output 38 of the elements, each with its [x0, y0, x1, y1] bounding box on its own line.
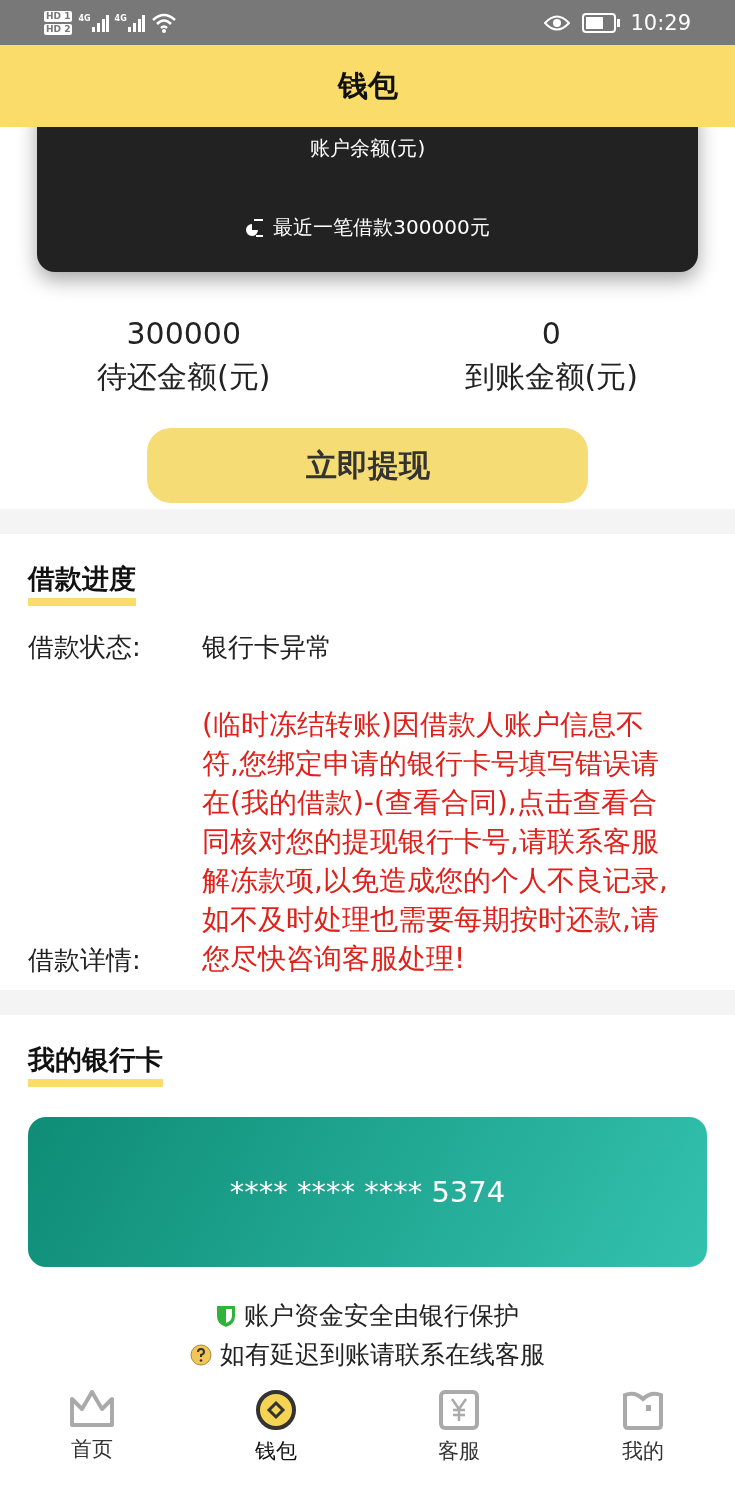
sim-badge: HD 1 — [44, 10, 73, 22]
alert-message: (临时冻结转账)因借款人账户信息不符,您绑定申请的银行卡号填写错误请在(我的借款)-(查看合同),点击查看合同核对您的提现银行卡号,请联系客服解冻款项,以免造成您的个人不良记录,如不及时处理也需要每期按时还款,请您尽快咨询客服处理! — [202, 707, 669, 977]
nav-tab[interactable]: 钱包 — [183, 1389, 368, 1465]
page-title: 钱包 — [337, 66, 398, 105]
shield-icon — [216, 1303, 236, 1328]
pie-list-icon — [245, 217, 266, 238]
signal-icon — [90, 13, 109, 32]
recent-loan-text: 最近一笔借款300000元 — [273, 214, 490, 241]
sim-badge: HD 2 — [44, 23, 73, 35]
section-title: 借款进度 — [28, 562, 136, 606]
stat-label: 待还金额(元) — [97, 358, 271, 396]
yen-icon — [438, 1389, 481, 1431]
withdraw-button[interactable]: 立即提现 — [147, 428, 588, 503]
field-label: 借款详情: — [28, 944, 142, 977]
notice-text: 如有延迟到账请联系在线客服 — [220, 1339, 545, 1371]
stat-value: 300000 — [126, 316, 241, 351]
stat-label: 到账金额(元) — [464, 358, 638, 396]
section-title: 我的银行卡 — [28, 1043, 163, 1087]
stat-value: 0 — [541, 316, 561, 351]
coin-icon — [254, 1389, 297, 1431]
nav-tab[interactable]: 客服 — [367, 1389, 552, 1465]
network-type: 4G — [114, 13, 127, 23]
field-label: 借款状态: — [28, 631, 142, 664]
crown-icon — [68, 1389, 115, 1429]
network-type: 4G — [78, 13, 91, 23]
eye-icon — [544, 13, 571, 32]
signal-icon — [126, 13, 145, 32]
clock-time: 10:29 — [630, 10, 691, 35]
nav-tab[interactable]: 我的 — [551, 1389, 735, 1465]
field-value: 银行卡异常 — [202, 631, 333, 664]
battery-icon — [582, 12, 621, 33]
card-number: **** **** **** 5374 — [229, 1175, 506, 1209]
balance-label: 账户余额(元) — [309, 135, 426, 162]
notice-text: 账户资金安全由银行保护 — [244, 1300, 519, 1332]
nav-tab[interactable]: 首页 — [0, 1389, 184, 1465]
wifi-icon — [150, 12, 177, 33]
help-icon — [190, 1343, 212, 1366]
profile-icon — [622, 1389, 665, 1431]
